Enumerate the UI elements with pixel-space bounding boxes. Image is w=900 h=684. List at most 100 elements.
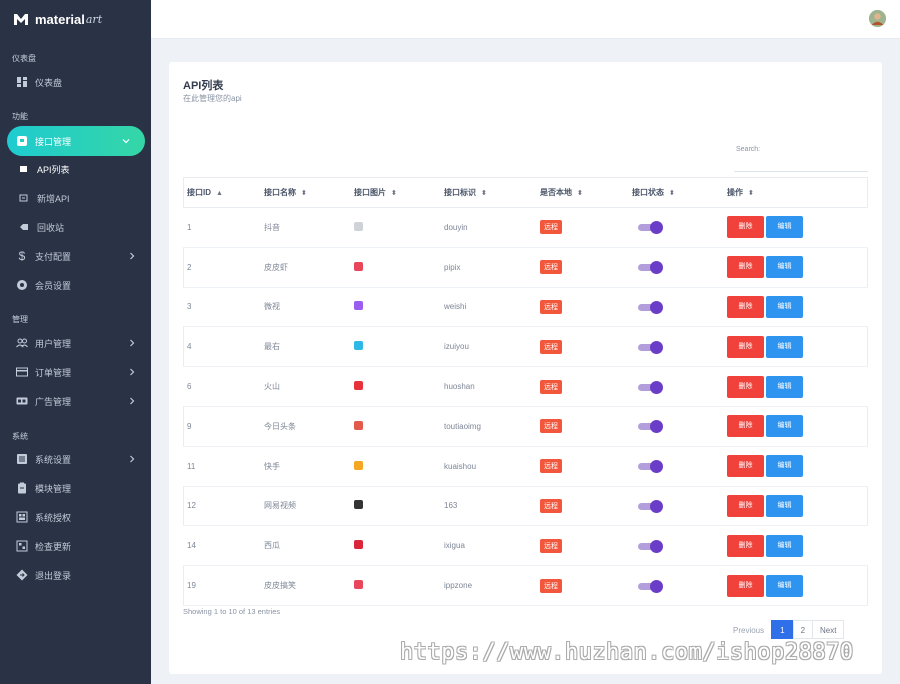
toggle-knob — [650, 579, 663, 593]
sidebar-item-orders[interactable]: 订单管理 — [0, 358, 151, 386]
cell-status — [628, 287, 723, 328]
delete-button[interactable]: 删除 — [727, 455, 764, 478]
delete-button[interactable]: 删除 — [727, 216, 764, 239]
table-row: 11 快手 kuaishou 远程 删除 编辑 — [183, 446, 868, 487]
status-toggle[interactable] — [638, 261, 663, 275]
status-toggle[interactable] — [638, 579, 663, 593]
chevron-right-icon — [130, 455, 135, 463]
edit-button[interactable]: 编辑 — [766, 256, 803, 279]
cell-actions: 删除 编辑 — [723, 326, 868, 368]
api-icon — [16, 135, 28, 147]
sidebar-item-users[interactable]: 用户管理 — [0, 329, 151, 357]
delete-button[interactable]: 删除 — [727, 295, 764, 318]
edit-button[interactable]: 编辑 — [766, 335, 803, 358]
sidebar-item-add-api[interactable]: 新增API — [0, 184, 151, 212]
sidebar-item-dashboard[interactable]: 仪表盘 — [0, 68, 151, 96]
sidebar-item-api-list[interactable]: API列表 — [0, 155, 151, 183]
delete-button[interactable]: 删除 — [727, 494, 764, 517]
page-1-button[interactable]: 1 — [771, 620, 794, 639]
previous-button[interactable]: Previous — [725, 620, 773, 639]
remote-badge: 远程 — [540, 260, 562, 275]
toggle-knob — [650, 420, 663, 434]
api-logo-icon — [354, 381, 363, 391]
section-label-dashboard: 仪表盘 — [12, 54, 36, 63]
sidebar-item-recycle[interactable]: 回收站 — [0, 213, 151, 241]
column-header[interactable]: 接口图片 ⬍ — [350, 177, 440, 208]
status-toggle[interactable] — [638, 499, 663, 513]
cell-name: 抖音 — [260, 207, 350, 248]
status-toggle[interactable] — [638, 460, 663, 474]
edit-button[interactable]: 编辑 — [766, 415, 803, 438]
column-header-label: 接口名称 — [264, 188, 296, 197]
square-icon — [18, 163, 30, 175]
delete-button[interactable]: 删除 — [727, 335, 764, 358]
sidebar-item-api-mgmt[interactable]: 接口管理 — [7, 126, 145, 156]
status-toggle[interactable] — [638, 221, 663, 235]
column-header[interactable]: 接口状态 ⬍ — [628, 177, 723, 208]
status-toggle[interactable] — [638, 420, 663, 434]
status-toggle[interactable] — [638, 380, 663, 394]
delete-button[interactable]: 删除 — [727, 534, 764, 557]
edit-button[interactable]: 编辑 — [766, 295, 803, 318]
dashboard-icon — [16, 76, 28, 88]
sidebar-item-member[interactable]: 会员设置 — [0, 271, 151, 299]
column-header[interactable]: 操作 ⬍ — [723, 177, 868, 208]
edit-button[interactable]: 编辑 — [766, 494, 803, 517]
sidebar-item-settings[interactable]: 系统设置 — [0, 445, 151, 473]
edit-button[interactable]: 编辑 — [766, 534, 803, 557]
edit-button[interactable]: 编辑 — [766, 375, 803, 398]
delete-button[interactable]: 删除 — [727, 574, 764, 597]
next-button[interactable]: Next — [812, 620, 845, 639]
grid-icon — [16, 511, 28, 523]
refresh-icon — [16, 540, 28, 552]
cell-id: 4 — [183, 326, 260, 368]
avatar[interactable] — [869, 10, 886, 27]
sidebar-item-ads[interactable]: 广告管理 — [0, 387, 151, 415]
edit-button[interactable]: 编辑 — [766, 455, 803, 478]
cell-local: 远程 — [536, 446, 628, 487]
page-2-button[interactable]: 2 — [792, 620, 814, 639]
api-logo-icon — [354, 221, 363, 231]
column-header[interactable]: 接口标识 ⬍ — [440, 177, 536, 208]
sidebar-item-label: 系统设置 — [35, 454, 72, 465]
column-header[interactable]: 接口ID ▲ — [183, 177, 260, 208]
edit-button[interactable]: 编辑 — [766, 574, 803, 597]
cell-status — [628, 486, 723, 527]
column-header[interactable]: 接口名称 ⬍ — [260, 177, 350, 208]
sidebar: material art 仪表盘 仪表盘 功能 接口管理 API列表 新增API… — [0, 0, 151, 684]
cell-slug: izuiyou — [440, 326, 536, 368]
table-row: 4 最右 izuiyou 远程 删除 编辑 — [183, 326, 868, 368]
remote-badge: 远程 — [540, 339, 562, 354]
column-header[interactable]: 是否本地 ⬍ — [536, 177, 628, 208]
sidebar-item-label: 用户管理 — [35, 338, 72, 349]
cell-actions: 删除 编辑 — [723, 565, 868, 606]
sidebar-item-label: 检查更新 — [35, 541, 72, 552]
cell-id: 2 — [183, 247, 260, 288]
search-input[interactable] — [734, 156, 868, 172]
delete-button[interactable]: 删除 — [727, 256, 764, 279]
table-row: 19 皮皮搞笑 ippzone 远程 删除 编辑 — [183, 565, 868, 606]
cell-actions: 删除 编辑 — [723, 287, 868, 328]
chevron-right-icon — [130, 252, 135, 260]
sidebar-item-update[interactable]: 检查更新 — [0, 532, 151, 560]
cell-name: 快手 — [260, 446, 350, 487]
section-label-features: 功能 — [12, 112, 28, 121]
remote-badge: 远程 — [540, 419, 562, 434]
brand-logo[interactable]: material art — [0, 0, 151, 38]
sidebar-item-billing[interactable]: $ 支付配置 — [0, 242, 151, 270]
sidebar-item-logout[interactable]: 退出登录 — [0, 561, 151, 589]
cell-name: 今日头条 — [260, 406, 350, 447]
table-row: 12 网易视频 163 远程 删除 编辑 — [183, 486, 868, 527]
delete-button[interactable]: 删除 — [727, 375, 764, 398]
cell-image — [350, 525, 440, 567]
sidebar-item-modules[interactable]: 模块管理 — [0, 474, 151, 502]
table-row: 14 西瓜 ixigua 远程 删除 编辑 — [183, 525, 868, 567]
chevron-down-icon — [122, 139, 130, 144]
sidebar-item-license[interactable]: 系统授权 — [0, 503, 151, 531]
cell-name: 最右 — [260, 326, 350, 368]
status-toggle[interactable] — [638, 300, 663, 314]
status-toggle[interactable] — [638, 340, 663, 354]
edit-button[interactable]: 编辑 — [766, 216, 803, 239]
status-toggle[interactable] — [638, 539, 663, 553]
delete-button[interactable]: 删除 — [727, 415, 764, 438]
